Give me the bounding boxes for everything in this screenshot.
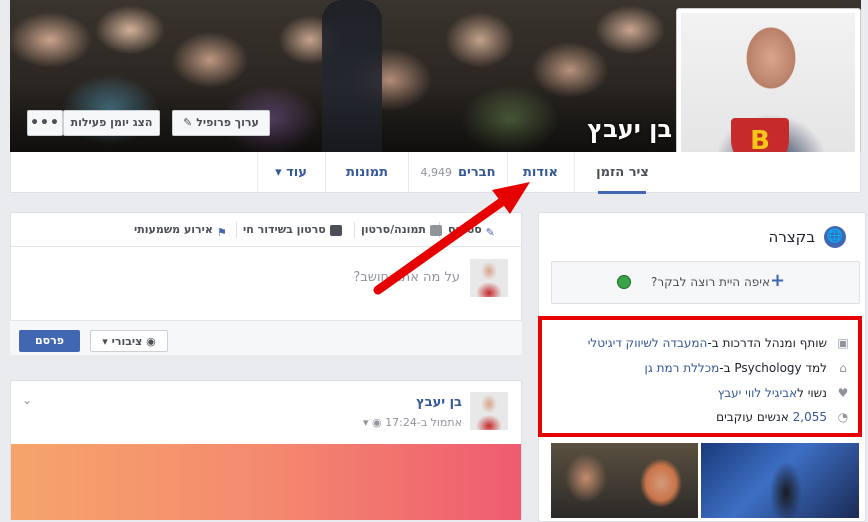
- post-author[interactable]: בן יעבץ: [380, 395, 462, 410]
- camera-icon: [429, 224, 442, 236]
- tab-friends[interactable]: חברים 4,949: [410, 152, 506, 193]
- composer-tab-live-video[interactable]: סרטון בשידור חי: [243, 222, 342, 238]
- active-tab-indicator: [598, 191, 646, 194]
- video-icon: [329, 224, 342, 236]
- globe-icon: 🌐: [824, 226, 846, 248]
- photo-label: תמונה/סרטון: [361, 223, 426, 236]
- post-timestamp[interactable]: ▾ ◉ אתמול ב-17:24: [345, 416, 462, 429]
- pencil-icon: ✎: [485, 225, 495, 239]
- composer-divider: [236, 222, 237, 238]
- nav-divider: [257, 152, 258, 193]
- edit-profile-label: ערוך פרופיל: [196, 116, 259, 129]
- post-background-image: [11, 444, 521, 520]
- tab-timeline[interactable]: ציר הזמן: [575, 152, 670, 193]
- nav-divider: [507, 152, 508, 193]
- public-globe-icon: ◉: [142, 335, 156, 348]
- composer-tab-photo[interactable]: תמונה/סרטון: [361, 222, 442, 238]
- tab-photos[interactable]: תמונות: [327, 152, 407, 193]
- annotation-highlight-box: [538, 316, 862, 437]
- composer-tab-life-event[interactable]: אירוע משמעותי ⚑: [134, 222, 227, 239]
- audience-label: ציבורי: [111, 335, 143, 348]
- profile-name[interactable]: בן יעבץ: [560, 115, 672, 143]
- composer-input[interactable]: על מה אתה חושב?: [320, 270, 460, 285]
- intro-photo[interactable]: [701, 443, 859, 518]
- post-avatar[interactable]: [470, 392, 508, 430]
- pencil-icon: ✎: [183, 116, 197, 129]
- activity-log-button[interactable]: הצג יומן פעילות: [63, 110, 160, 136]
- chevron-down-icon[interactable]: ⌄: [22, 393, 32, 407]
- public-globe-icon: ◉: [372, 416, 386, 429]
- friends-label: חברים: [457, 165, 496, 180]
- composer-avatar: [470, 259, 508, 297]
- live-label: סרטון בשידור חי: [243, 223, 326, 236]
- intro-photo[interactable]: [551, 443, 698, 518]
- nav-divider: [574, 152, 575, 193]
- chevron-down-icon: ▾: [363, 416, 373, 429]
- chevron-down-icon: ▾: [102, 335, 112, 348]
- event-label: אירוע משמעותי: [134, 223, 213, 236]
- nav-divider: [408, 152, 409, 193]
- audience-selector[interactable]: ▾ ציבורי ◉: [90, 330, 168, 352]
- flag-icon: ⚑: [216, 225, 227, 239]
- more-options-button[interactable]: •••: [27, 110, 63, 136]
- nav-divider: [325, 152, 326, 193]
- status-label: סטטוס: [448, 223, 482, 236]
- composer-footer: [10, 320, 522, 355]
- post-button[interactable]: פרסם: [19, 330, 80, 352]
- friends-count: 4,949: [420, 166, 452, 179]
- plus-icon: +: [770, 270, 786, 291]
- earth-icon: [617, 275, 631, 289]
- composer-tab-status[interactable]: סטטוס ✎: [448, 222, 495, 239]
- intro-title: בקצרה: [768, 228, 815, 246]
- where-to-visit-label: איפה היית רוצה לבקר?: [651, 275, 770, 289]
- tab-about[interactable]: אודות: [508, 152, 573, 193]
- post-time-label: אתמול ב-17:24: [385, 416, 462, 429]
- edit-profile-button[interactable]: ✎ ערוך פרופיל: [172, 110, 270, 136]
- tab-more[interactable]: עוד ▾: [258, 152, 324, 193]
- composer-divider: [354, 222, 355, 238]
